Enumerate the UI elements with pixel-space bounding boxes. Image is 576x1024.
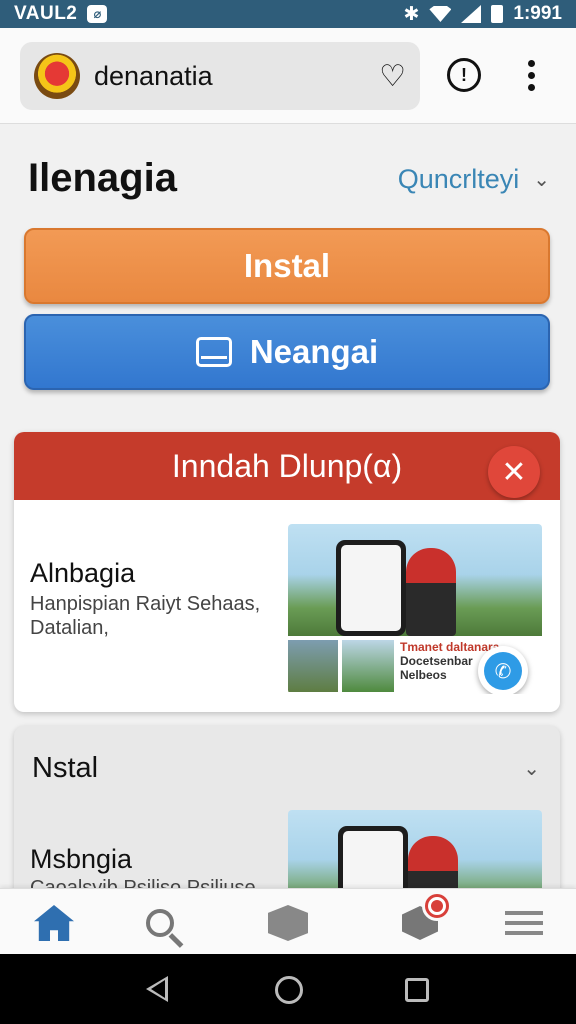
chevron-down-icon[interactable]: ⌄ [523,756,540,781]
preview-photo [288,524,542,636]
neangai-button-label: Neangai [249,333,379,370]
status-icons: ✱ 1:991 [403,3,562,26]
section-title: Nstal [32,752,99,784]
person-image [406,548,456,636]
notification-icon[interactable] [398,891,452,943]
close-button[interactable]: ✕ [488,446,540,498]
info-icon[interactable]: ! [447,58,481,92]
media-preview[interactable]: Tmanet daltanara Docetsenbar Nelbeos ✆ [288,524,542,694]
dropdown-label: Quncrlteyi [397,164,520,194]
back-icon[interactable] [146,976,168,1002]
promo-card[interactable]: Inndah Dlunp(α) ✕ Alnbagia Hanpispian Ra… [14,432,560,712]
card-banner: Inndah Dlunp(α) [14,432,560,500]
category-dropdown[interactable]: Quncrlteyi ⌄ [398,164,550,195]
sim-icon: ⌀ [87,5,108,23]
call-button[interactable]: ✆ [478,646,528,694]
wifi-icon [429,6,452,22]
install-button[interactable]: Instal [24,228,550,304]
heart-icon[interactable]: ♡ [379,59,406,94]
neangai-button[interactable]: Neangai [24,314,550,390]
install-button-label: Instal [243,247,331,284]
signal-icon [461,5,482,23]
page-title: Ilenagia [28,156,177,200]
thumbnail-image [288,640,338,692]
app-bar: denanatia ♡ ! [0,28,576,124]
notification-badge [422,891,452,921]
phone-image [336,540,406,636]
status-bar: VAUL2 ⌀ ✱ 1:991 [0,0,576,28]
menu-icon[interactable] [502,903,546,943]
bottom-navigation [0,888,576,954]
item-title: Msbngia [30,844,133,874]
carrier-label: VAUL2 [14,3,78,24]
emblem-logo [34,53,80,99]
tv-icon [195,337,232,367]
home-icon[interactable] [32,903,76,943]
recents-icon[interactable] [405,978,429,1002]
app-title: denanatia [94,60,213,91]
chevron-down-icon: ⌄ [533,169,550,191]
battery-icon [491,5,504,23]
bluetooth-icon: ✱ [403,3,420,25]
home-circle-icon[interactable] [275,976,303,1004]
item-description: Hanpispian Raiyt Sehaas, Datalian, [30,593,261,639]
system-navigation-bar [0,954,576,1024]
app-title-pill[interactable]: denanatia ♡ [20,42,420,110]
thumbnail-image [342,640,394,692]
box-icon[interactable] [266,903,310,943]
item-title: Alnbagia [30,558,136,588]
more-vert-icon[interactable] [514,58,548,92]
close-icon: ✕ [501,455,527,489]
search-icon[interactable] [138,903,182,943]
banner-title: Inndah Dlunp(α) [171,447,403,484]
phone-icon: ✆ [484,652,522,690]
clock: 1:991 [513,3,562,24]
